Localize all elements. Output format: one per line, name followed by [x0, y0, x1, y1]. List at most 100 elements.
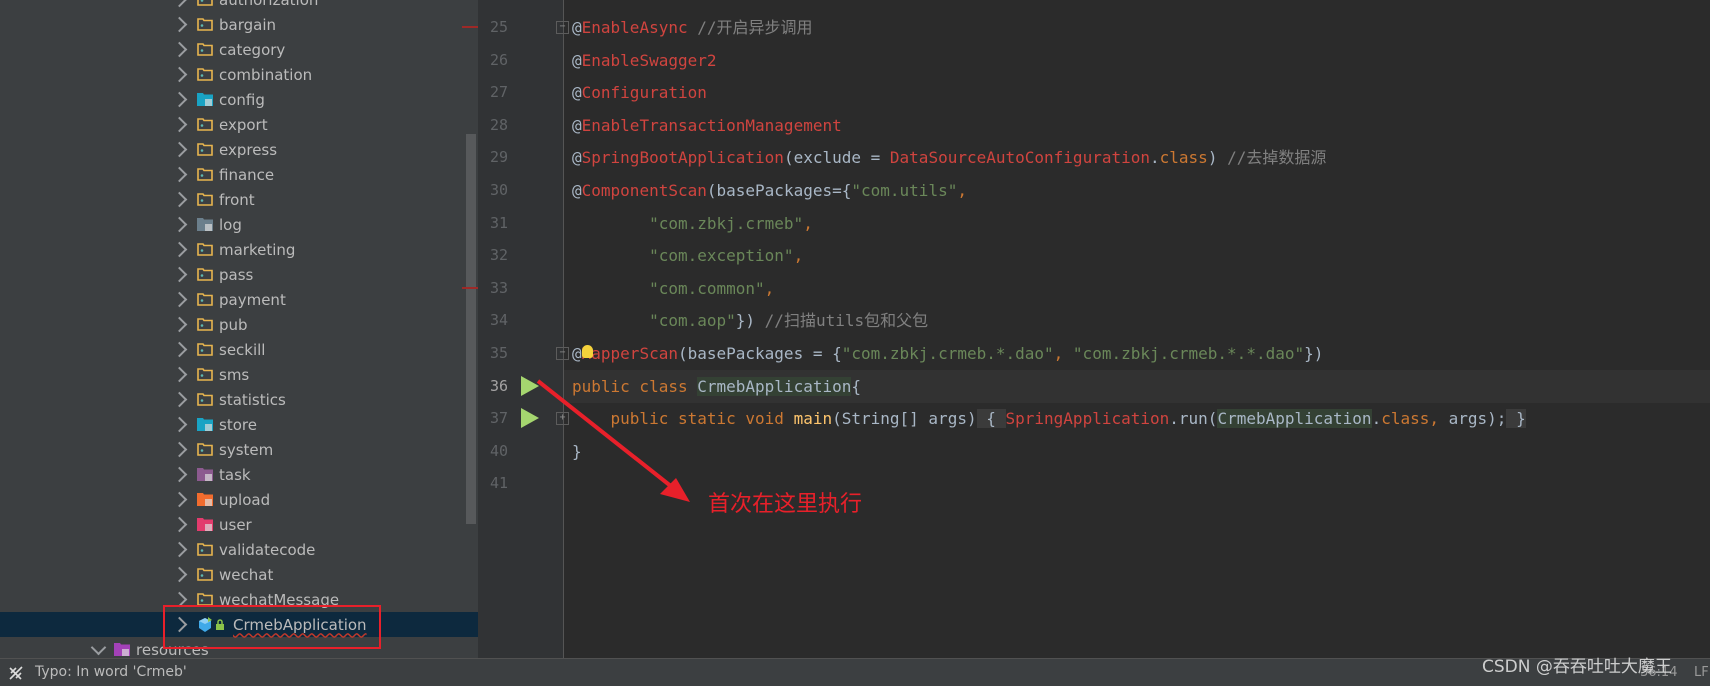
chevron-right-icon[interactable]: [171, 66, 188, 83]
run-icon[interactable]: [521, 408, 539, 429]
tree-item[interactable]: wechat: [0, 562, 478, 587]
tree-item[interactable]: log: [0, 212, 478, 237]
chevron-right-icon[interactable]: [171, 216, 188, 233]
run-icon[interactable]: [521, 375, 539, 396]
line-number: 28: [489, 115, 508, 134]
line-separator[interactable]: LF: [1694, 665, 1709, 680]
code-token-at: @: [572, 50, 582, 70]
code-line[interactable]: public static void main(String[] args) {…: [564, 402, 1710, 435]
chevron-right-icon[interactable]: [171, 391, 188, 408]
code-line[interactable]: @EnableSwagger2: [564, 44, 1710, 77]
code-token-at: @: [572, 18, 582, 37]
code-editor[interactable]: @EnableAsync //开启异步调用 @EnableSwagger2 @Con…: [564, 0, 1710, 658]
code-token-ann: ComponentScan: [581, 181, 707, 200]
chevron-right-icon[interactable]: [171, 16, 188, 33]
chevron-right-icon[interactable]: [171, 491, 188, 508]
tree-item[interactable]: category: [0, 37, 478, 62]
typo-inspection-icon[interactable]: [8, 665, 24, 681]
chevron-right-icon[interactable]: [171, 191, 188, 208]
code-line[interactable]: "com.exception",: [564, 239, 1710, 272]
project-tree-scrollbar[interactable]: [466, 134, 476, 524]
code-line[interactable]: "com.zbkj.crmeb",: [564, 207, 1710, 240]
chevron-right-icon[interactable]: [171, 366, 188, 383]
tree-item[interactable]: export: [0, 112, 478, 137]
package-folder-icon: [197, 67, 213, 81]
tree-item[interactable]: front: [0, 187, 478, 212]
tree-item[interactable]: authorization: [0, 0, 478, 12]
tree-item[interactable]: bargain: [0, 12, 478, 37]
tree-item[interactable]: sms: [0, 362, 478, 387]
code-line[interactable]: @EnableTransactionManagement: [564, 109, 1710, 142]
tree-item[interactable]: upload: [0, 487, 478, 512]
tree-item[interactable]: config: [0, 87, 478, 112]
chevron-right-icon[interactable]: [171, 91, 188, 108]
code-token-fold: }: [1506, 409, 1526, 429]
code-token-ann: EnableSwagger2: [581, 50, 717, 70]
code-token-plain: (exclude =: [783, 148, 890, 168]
tree-item[interactable]: system: [0, 437, 478, 462]
error-stripe-mark[interactable]: [462, 26, 478, 28]
tree-item[interactable]: marketing: [0, 237, 478, 262]
code-token-str: "com.aop": [649, 311, 736, 331]
package-folder-icon: [197, 242, 213, 256]
tree-item[interactable]: store: [0, 412, 478, 437]
line-number: 40: [489, 441, 508, 460]
code-token-kw: ,: [1429, 409, 1449, 429]
tree-item[interactable]: user: [0, 512, 478, 537]
chevron-right-icon[interactable]: [171, 291, 188, 308]
package-folder-icon: [197, 0, 213, 6]
code-token-cls: SpringApplication: [1005, 409, 1170, 429]
tree-item[interactable]: payment: [0, 287, 478, 312]
error-stripe-mark[interactable]: [462, 286, 478, 289]
code-line[interactable]: "com.aop"}) //扫描utils包和父包: [564, 304, 1710, 337]
package-folder-icon: [197, 167, 213, 181]
tree-item[interactable]: seckill: [0, 337, 478, 362]
chevron-right-icon[interactable]: [171, 341, 188, 358]
chevron-right-icon[interactable]: [171, 541, 188, 558]
tree-item[interactable]: pass: [0, 262, 478, 287]
chevron-right-icon[interactable]: [171, 166, 188, 183]
chevron-right-icon[interactable]: [171, 116, 188, 133]
code-line[interactable]: @Configuration: [564, 76, 1710, 109]
chevron-right-icon[interactable]: [171, 441, 188, 458]
code-line[interactable]: @EnableAsync //开启异步调用: [564, 11, 1710, 44]
chevron-right-icon[interactable]: [171, 141, 188, 158]
tree-item[interactable]: statistics: [0, 387, 478, 412]
code-token-str: "com.exception": [649, 246, 794, 266]
tree-item[interactable]: finance: [0, 162, 478, 187]
tree-item[interactable]: pub: [0, 312, 478, 337]
code-token-plain: args);: [1448, 409, 1507, 429]
package-folder-icon: [197, 142, 213, 156]
tree-item[interactable]: combination: [0, 62, 478, 87]
tree-item[interactable]: validatecode: [0, 537, 478, 562]
chevron-right-icon[interactable]: [171, 516, 188, 533]
chevron-right-icon[interactable]: [171, 266, 188, 283]
code-line[interactable]: "com.common",: [564, 272, 1710, 305]
code-line[interactable]: @MapperScan(basePackages = {"com.zbkj.cr…: [564, 337, 1710, 370]
chevron-right-icon[interactable]: [171, 41, 188, 58]
chevron-right-icon[interactable]: [171, 566, 188, 583]
tree-item-label: log: [219, 215, 242, 234]
code-line[interactable]: public class CrmebApplication{: [564, 369, 1710, 403]
lightbulb-icon[interactable]: [582, 345, 593, 358]
tree-item[interactable]: express: [0, 137, 478, 162]
chevron-right-icon[interactable]: [171, 466, 188, 483]
code-line[interactable]: @SpringBootApplication(exclude = DataSou…: [564, 141, 1710, 174]
watermark: CSDN @吞吞吐吐大魔王: [1482, 657, 1672, 677]
tree-item-label: combination: [219, 65, 313, 84]
tree-item-label: pub: [219, 315, 248, 334]
chevron-right-icon[interactable]: [171, 241, 188, 258]
chevron-down-icon[interactable]: [90, 639, 107, 656]
code-line[interactable]: }: [564, 435, 1710, 468]
tree-item[interactable]: task: [0, 462, 478, 487]
chevron-right-icon[interactable]: [171, 0, 188, 8]
package-folder-icon: [197, 192, 213, 206]
code-token-cmt: //扫描utils包和父包: [764, 311, 929, 331]
line-number: 26: [489, 50, 508, 69]
code-line[interactable]: @ComponentScan(basePackages={"com.utils"…: [564, 174, 1710, 207]
chevron-right-icon[interactable]: [171, 416, 188, 433]
line-number: 29: [489, 148, 508, 167]
chevron-right-icon[interactable]: [171, 316, 188, 333]
